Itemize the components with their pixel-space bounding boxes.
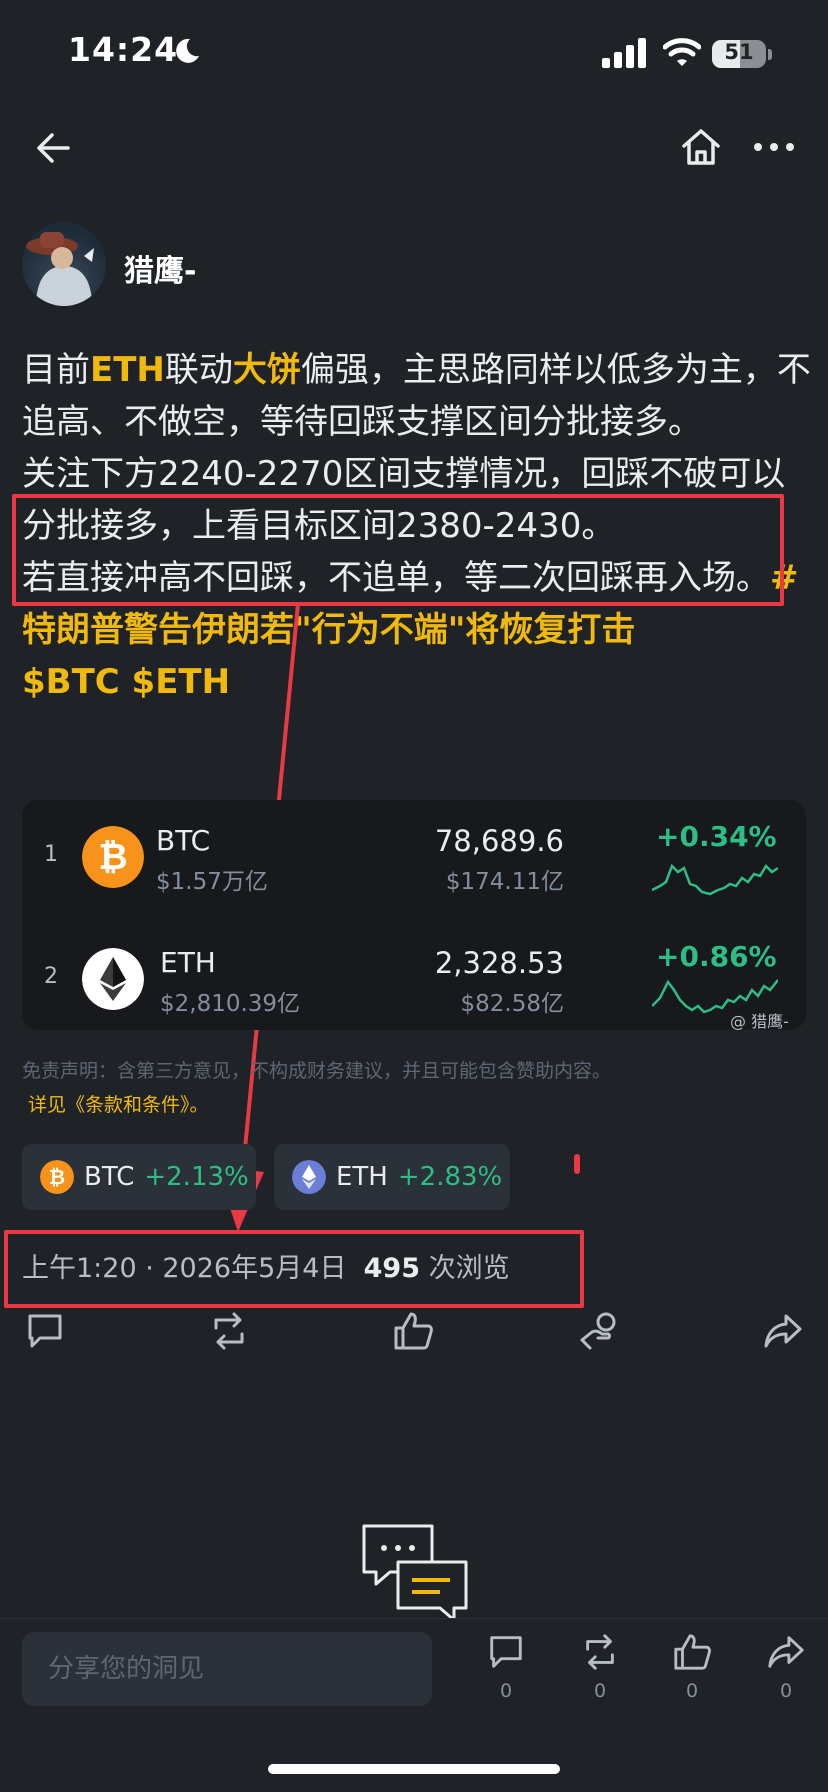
ethereum-icon — [82, 948, 144, 1010]
watermark: @ 猎鹰- — [730, 1012, 789, 1031]
tip-icon[interactable] — [578, 1310, 620, 1352]
ethereum-icon — [292, 1160, 326, 1194]
coin-volume: $174.11亿 — [445, 869, 564, 895]
coin-price: 78,689.6 — [434, 824, 564, 858]
coin-card[interactable]: 1 ₿ BTC $1.57万亿 78,689.6 $174.11亿 +0.34%… — [22, 800, 806, 1031]
bitcoin-icon: ₿ — [82, 826, 144, 888]
eth-price-chip[interactable]: ETH +2.83% — [274, 1144, 510, 1210]
coin-symbol: BTC — [156, 824, 211, 857]
coin-market-cap: $2,810.39亿 — [160, 991, 301, 1017]
back-arrow-icon[interactable] — [32, 126, 76, 170]
more-options-icon[interactable] — [752, 138, 796, 156]
post-text-span: 目前 — [22, 350, 90, 390]
coin-change: +0.34% — [656, 820, 777, 853]
cellular-signal-icon — [602, 38, 646, 68]
post-paragraph-1: 目前ETH联动大饼偏强，主思路同样以低多为主，不追高、不做空，等待回踩支撑区间分… — [22, 344, 812, 448]
home-icon[interactable] — [678, 124, 724, 170]
share-count: 0 — [779, 1680, 793, 1702]
sparkline-chart — [652, 863, 778, 896]
btc-price-chip[interactable]: ₿ BTC +2.13% — [22, 1144, 256, 1210]
post-timestamp: 上午1:20 · 2026年5月4日 — [22, 1253, 347, 1284]
repost-icon[interactable] — [580, 1632, 620, 1672]
avatar-image — [26, 232, 94, 306]
view-count: 495 — [363, 1253, 420, 1284]
status-time: 14:24 — [68, 30, 179, 69]
view-label: 次浏览 — [428, 1253, 510, 1284]
repost-icon[interactable] — [208, 1310, 250, 1352]
comment-icon[interactable] — [486, 1632, 526, 1672]
coin-price: 2,328.53 — [434, 946, 564, 980]
disclaimer-text: 免责声明：含第三方意见，不构成财务建议，并且可能包含赞助内容。 — [22, 1060, 612, 1082]
home-indicator — [268, 1764, 560, 1774]
moon-icon — [176, 38, 199, 63]
annotation-box-support — [12, 494, 784, 606]
terms-link[interactable]: 详见《条款和条件》。 — [28, 1090, 209, 1117]
bitcoin-icon: ₿ — [40, 1160, 74, 1194]
wifi-icon — [663, 38, 701, 66]
share-icon[interactable] — [766, 1632, 806, 1672]
coin-rank: 1 — [44, 842, 58, 867]
share-icon[interactable] — [762, 1310, 804, 1352]
post-text-span: 联动 — [164, 350, 233, 390]
chip-symbol: ETH — [336, 1162, 388, 1192]
like-icon[interactable] — [392, 1310, 434, 1352]
eth-link[interactable]: ETH — [90, 350, 165, 390]
coin-volume: $82.58亿 — [460, 991, 564, 1017]
chip-symbol: BTC — [84, 1162, 135, 1192]
coin-symbol: ETH — [160, 946, 216, 979]
scroll-marker — [574, 1154, 580, 1174]
comment-input[interactable] — [22, 1632, 432, 1706]
chip-change: +2.83% — [397, 1162, 503, 1192]
svg-text:₿: ₿ — [98, 837, 127, 878]
big-cake-link[interactable]: 大饼 — [233, 350, 301, 390]
avatar[interactable] — [22, 222, 106, 306]
author-name[interactable]: 猎鹰- — [124, 246, 196, 290]
empty-comments-icon — [362, 1524, 468, 1622]
like-icon[interactable] — [672, 1632, 712, 1672]
battery-level: 51 — [724, 40, 754, 64]
coin-change: +0.86% — [656, 940, 777, 973]
post-meta: 上午1:20 · 2026年5月4日 495 次浏览 — [22, 1246, 510, 1285]
svg-text:₿: ₿ — [49, 1165, 65, 1189]
coin-rank: 2 — [44, 964, 58, 989]
coin-market-cap: $1.57万亿 — [156, 869, 268, 895]
comment-count: 0 — [499, 1680, 513, 1702]
like-count: 0 — [685, 1680, 699, 1702]
repost-count: 0 — [593, 1680, 607, 1702]
comment-icon[interactable] — [24, 1310, 66, 1352]
cashtags[interactable]: $BTC $ETH — [22, 656, 812, 708]
chip-change: +2.13% — [144, 1162, 249, 1192]
battery-icon: 51 — [712, 38, 772, 68]
